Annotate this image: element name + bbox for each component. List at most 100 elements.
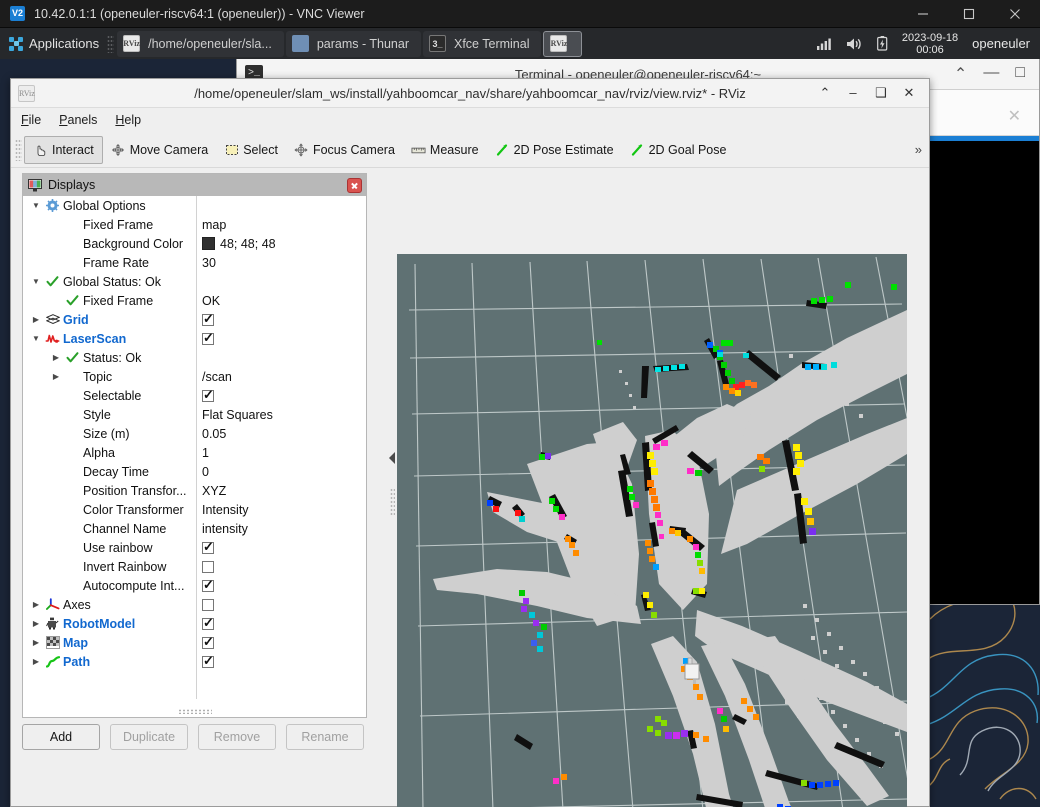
color-swatch[interactable] [202, 237, 215, 250]
display-row-value-cell[interactable] [196, 330, 214, 346]
display-row-value-cell[interactable]: OK [196, 294, 220, 308]
display-row-value-cell[interactable]: Intensity [196, 503, 249, 517]
display-row[interactable]: Use rainbow [23, 538, 366, 557]
vnc-titlebar[interactable]: V2 10.42.0.1:1 (openeuler-riscv64:1 (ope… [0, 0, 1040, 28]
panel-resize-grip[interactable] [23, 708, 366, 715]
rviz-titlebar[interactable]: RViz /home/openeuler/slam_ws/install/yah… [11, 79, 929, 108]
display-row-value-cell[interactable] [196, 560, 214, 573]
display-row[interactable]: ▶ Grid [23, 310, 366, 329]
battery-icon[interactable] [876, 36, 888, 51]
vnc-window-controls[interactable] [900, 0, 1040, 28]
display-row-value-cell[interactable] [196, 615, 214, 631]
user-name[interactable]: openeuler [972, 36, 1030, 51]
task-thunar-window[interactable]: params - Thunar [285, 30, 421, 57]
display-row[interactable]: Fixed Frame map [23, 215, 366, 234]
display-row-value-cell[interactable]: 30 [196, 256, 216, 270]
display-row-value-cell[interactable]: 0.05 [196, 427, 226, 441]
twisty-collapsed-icon[interactable]: ▶ [30, 657, 42, 666]
left-splitter-grip[interactable] [387, 173, 397, 807]
system-tray[interactable]: 2023-09-18 00:06 openeuler [816, 32, 1040, 56]
rviz-window[interactable]: RViz /home/openeuler/slam_ws/install/yah… [10, 78, 930, 807]
display-row[interactable]: ▶ Path [23, 652, 366, 671]
display-row-value-cell[interactable] [196, 387, 214, 403]
applications-menu-button[interactable]: Applications [0, 28, 106, 59]
task-rviz-window[interactable]: RViz /home/openeuler/sla... [117, 30, 284, 57]
tool-interact[interactable]: Interact [24, 135, 103, 164]
display-enable-checkbox[interactable] [202, 577, 214, 593]
tool-move-camera[interactable]: Move Camera [103, 136, 217, 164]
duplicate-button[interactable]: Duplicate [110, 724, 188, 750]
display-row[interactable]: Alpha 1 [23, 443, 366, 462]
display-row[interactable]: ▼ Global Options [23, 196, 366, 215]
twisty-expanded-icon[interactable]: ▼ [30, 334, 42, 343]
display-row[interactable]: Style Flat Squares [23, 405, 366, 424]
close-icon[interactable]: ✕ [1008, 106, 1021, 126]
collapse-left-arrow-icon[interactable] [389, 452, 395, 464]
display-row-value-cell[interactable]: 1 [196, 446, 209, 460]
panel-clock[interactable]: 2023-09-18 00:06 [902, 32, 958, 56]
menu-panels[interactable]: Panels [59, 113, 97, 127]
vnc-maximize-button[interactable] [946, 0, 992, 28]
vnc-close-button[interactable] [992, 0, 1038, 28]
task-rviz-window-2[interactable]: RViz [543, 30, 583, 57]
display-row-value-cell[interactable]: intensity [196, 522, 248, 536]
display-row[interactable]: ▶ Axes [23, 595, 366, 614]
rviz-menubar[interactable]: File Panels Help [11, 108, 929, 132]
rviz-window-controls[interactable]: ⌃ – ❑ ✕ [818, 85, 929, 101]
rviz-maximize-button[interactable]: ❑ [874, 85, 888, 101]
twisty-collapsed-icon[interactable]: ▶ [30, 619, 42, 628]
display-row[interactable]: ▶ RobotModel [23, 614, 366, 633]
display-row[interactable]: Channel Name intensity [23, 519, 366, 538]
toolbar-overflow-button[interactable]: » [915, 142, 922, 157]
tool-measure[interactable]: Measure [403, 136, 487, 164]
display-row[interactable]: ▼ Global Status: Ok [23, 272, 366, 291]
display-row[interactable]: ▶ Map [23, 633, 366, 652]
display-row-value-cell[interactable] [196, 598, 214, 611]
display-row[interactable]: Size (m) 0.05 [23, 424, 366, 443]
display-row-value-cell[interactable]: XYZ [196, 484, 226, 498]
panel-grip[interactable] [107, 34, 115, 53]
volume-icon[interactable] [846, 37, 863, 51]
menu-help[interactable]: Help [115, 113, 141, 127]
displays-tree[interactable]: ▼ Global Options Fixed Frame map Background … [23, 196, 366, 699]
display-row-value-cell[interactable] [196, 653, 214, 669]
network-icon[interactable] [816, 37, 832, 51]
display-row[interactable]: Color Transformer Intensity [23, 500, 366, 519]
display-row-value-cell[interactable]: Flat Squares [196, 408, 273, 422]
display-enable-checkbox[interactable] [202, 311, 214, 327]
display-row-value-cell[interactable]: 48; 48; 48 [196, 237, 276, 251]
display-enable-checkbox[interactable] [202, 539, 214, 555]
display-row-value-cell[interactable] [196, 634, 214, 650]
rviz-3d-render-view[interactable] [397, 254, 907, 807]
tool-2d-goal-pose[interactable]: 2D Goal Pose [622, 136, 735, 164]
display-row[interactable]: Selectable [23, 386, 366, 405]
display-enable-checkbox[interactable] [202, 330, 214, 346]
display-row[interactable]: Decay Time 0 [23, 462, 366, 481]
rviz-minimize-button[interactable]: – [846, 85, 860, 101]
display-enable-checkbox[interactable] [202, 634, 214, 650]
tool-select[interactable]: Select [216, 136, 286, 164]
rviz-toolbar[interactable]: Interact Move Camera Select Focus Camera [11, 132, 929, 168]
task-terminal-window[interactable]: 3_ Xfce Terminal [422, 30, 542, 57]
twisty-collapsed-icon[interactable]: ▶ [30, 638, 42, 647]
twisty-collapsed-icon[interactable]: ▶ [50, 353, 62, 362]
display-enable-checkbox[interactable] [202, 653, 214, 669]
rviz-shade-button[interactable]: ⌃ [818, 85, 832, 101]
display-row-value-cell[interactable] [196, 539, 214, 555]
display-row[interactable]: Frame Rate 30 [23, 253, 366, 272]
display-row[interactable]: ▼ LaserScan [23, 329, 366, 348]
display-row[interactable]: Position Transfor... XYZ [23, 481, 366, 500]
menu-file[interactable]: File [21, 113, 41, 127]
window-task-list[interactable]: RViz /home/openeuler/sla... params - Thu… [117, 28, 583, 59]
rviz-close-button[interactable]: ✕ [902, 85, 916, 101]
xfce-panel[interactable]: Applications RViz /home/openeuler/sla...… [0, 28, 1040, 59]
toolbar-grip[interactable] [15, 138, 22, 161]
display-enable-checkbox[interactable] [202, 387, 214, 403]
tool-2d-pose-estimate[interactable]: 2D Pose Estimate [487, 136, 622, 164]
display-row[interactable]: Invert Rainbow [23, 557, 366, 576]
add-button[interactable]: Add [22, 724, 100, 750]
vnc-minimize-button[interactable] [900, 0, 946, 28]
twisty-expanded-icon[interactable]: ▼ [30, 277, 42, 286]
displays-panel-close-button[interactable] [347, 177, 362, 193]
twisty-expanded-icon[interactable]: ▼ [30, 201, 42, 210]
